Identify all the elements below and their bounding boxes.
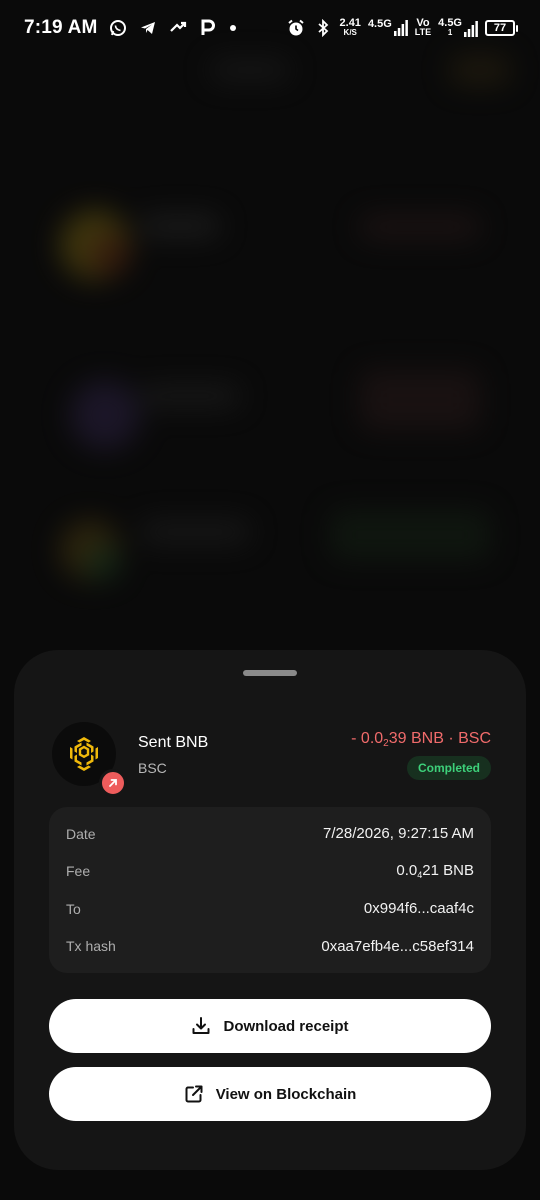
- alarm-icon: [286, 18, 306, 38]
- detail-row-to: To 0x994f6...caaf4c: [66, 890, 474, 928]
- detail-row-fee: Fee 0.0421 BNB: [66, 853, 474, 891]
- bluetooth-icon: [313, 18, 333, 38]
- sheet-drag-handle[interactable]: [243, 670, 297, 676]
- network-type-2: 4.5G 1: [438, 18, 478, 37]
- telegram-icon: [138, 18, 158, 38]
- signal-icon-2: [464, 21, 478, 37]
- transaction-title: Sent BNB: [138, 734, 209, 751]
- download-icon: [191, 1016, 211, 1036]
- to-label: To: [66, 900, 81, 917]
- tx-hash-value[interactable]: 0xaa7efb4e...c58ef314: [321, 938, 474, 955]
- parking-p-icon: [198, 18, 218, 38]
- status-time: 7:19 AM: [24, 17, 98, 38]
- view-on-blockchain-button[interactable]: View on Blockchain: [49, 1067, 491, 1121]
- transaction-summary: Sent BNB BSC - 0.0239 BNB · BSC Complete…: [52, 722, 491, 797]
- arrow-up-right-icon: [99, 769, 127, 797]
- transaction-bottom-sheet: Sent BNB BSC - 0.0239 BNB · BSC Complete…: [14, 650, 526, 1170]
- signal-icon: [393, 20, 408, 36]
- status-badge: Completed: [406, 756, 491, 780]
- transaction-network: BSC: [138, 760, 167, 776]
- detail-row-hash: Tx hash 0xaa7efb4e...c58ef314: [66, 928, 474, 966]
- screen: 7:19 AM 2.41 K/S 4.5G Vo LTE 4.5G 1 77 S…: [0, 0, 540, 1200]
- network-speed: 2.41 K/S: [339, 17, 361, 38]
- download-receipt-button[interactable]: Download receipt: [49, 999, 491, 1053]
- battery-icon: 77: [485, 20, 518, 36]
- swap-icon: [168, 18, 188, 38]
- volte-indicator: Vo LTE: [414, 17, 432, 37]
- detail-row-date: Date 7/28/2026, 9:27:15 AM: [66, 815, 474, 853]
- view-on-blockchain-label: View on Blockchain: [215, 1085, 357, 1103]
- date-label: Date: [66, 825, 96, 842]
- network-type-1: 4.5G: [368, 19, 408, 36]
- download-receipt-label: Download receipt: [223, 1017, 349, 1035]
- transaction-details-card: Date 7/28/2026, 9:27:15 AM Fee 0.0421 BN…: [49, 807, 491, 973]
- battery-level: 77: [485, 20, 515, 36]
- fee-value: 0.0421 BNB: [396, 862, 474, 881]
- to-address[interactable]: 0x994f6...caaf4c: [364, 900, 474, 917]
- date-value: 7/28/2026, 9:27:15 AM: [323, 825, 474, 843]
- tx-hash-label: Tx hash: [66, 938, 116, 955]
- whatsapp-icon: [108, 18, 128, 38]
- fee-label: Fee: [66, 863, 91, 880]
- dot-icon: [228, 18, 238, 38]
- transaction-amount: - 0.0239 BNB · BSC: [351, 730, 491, 749]
- status-bar: 7:19 AM 2.41 K/S 4.5G Vo LTE 4.5G 1 77: [0, 0, 540, 56]
- external-link-icon: [184, 1084, 204, 1104]
